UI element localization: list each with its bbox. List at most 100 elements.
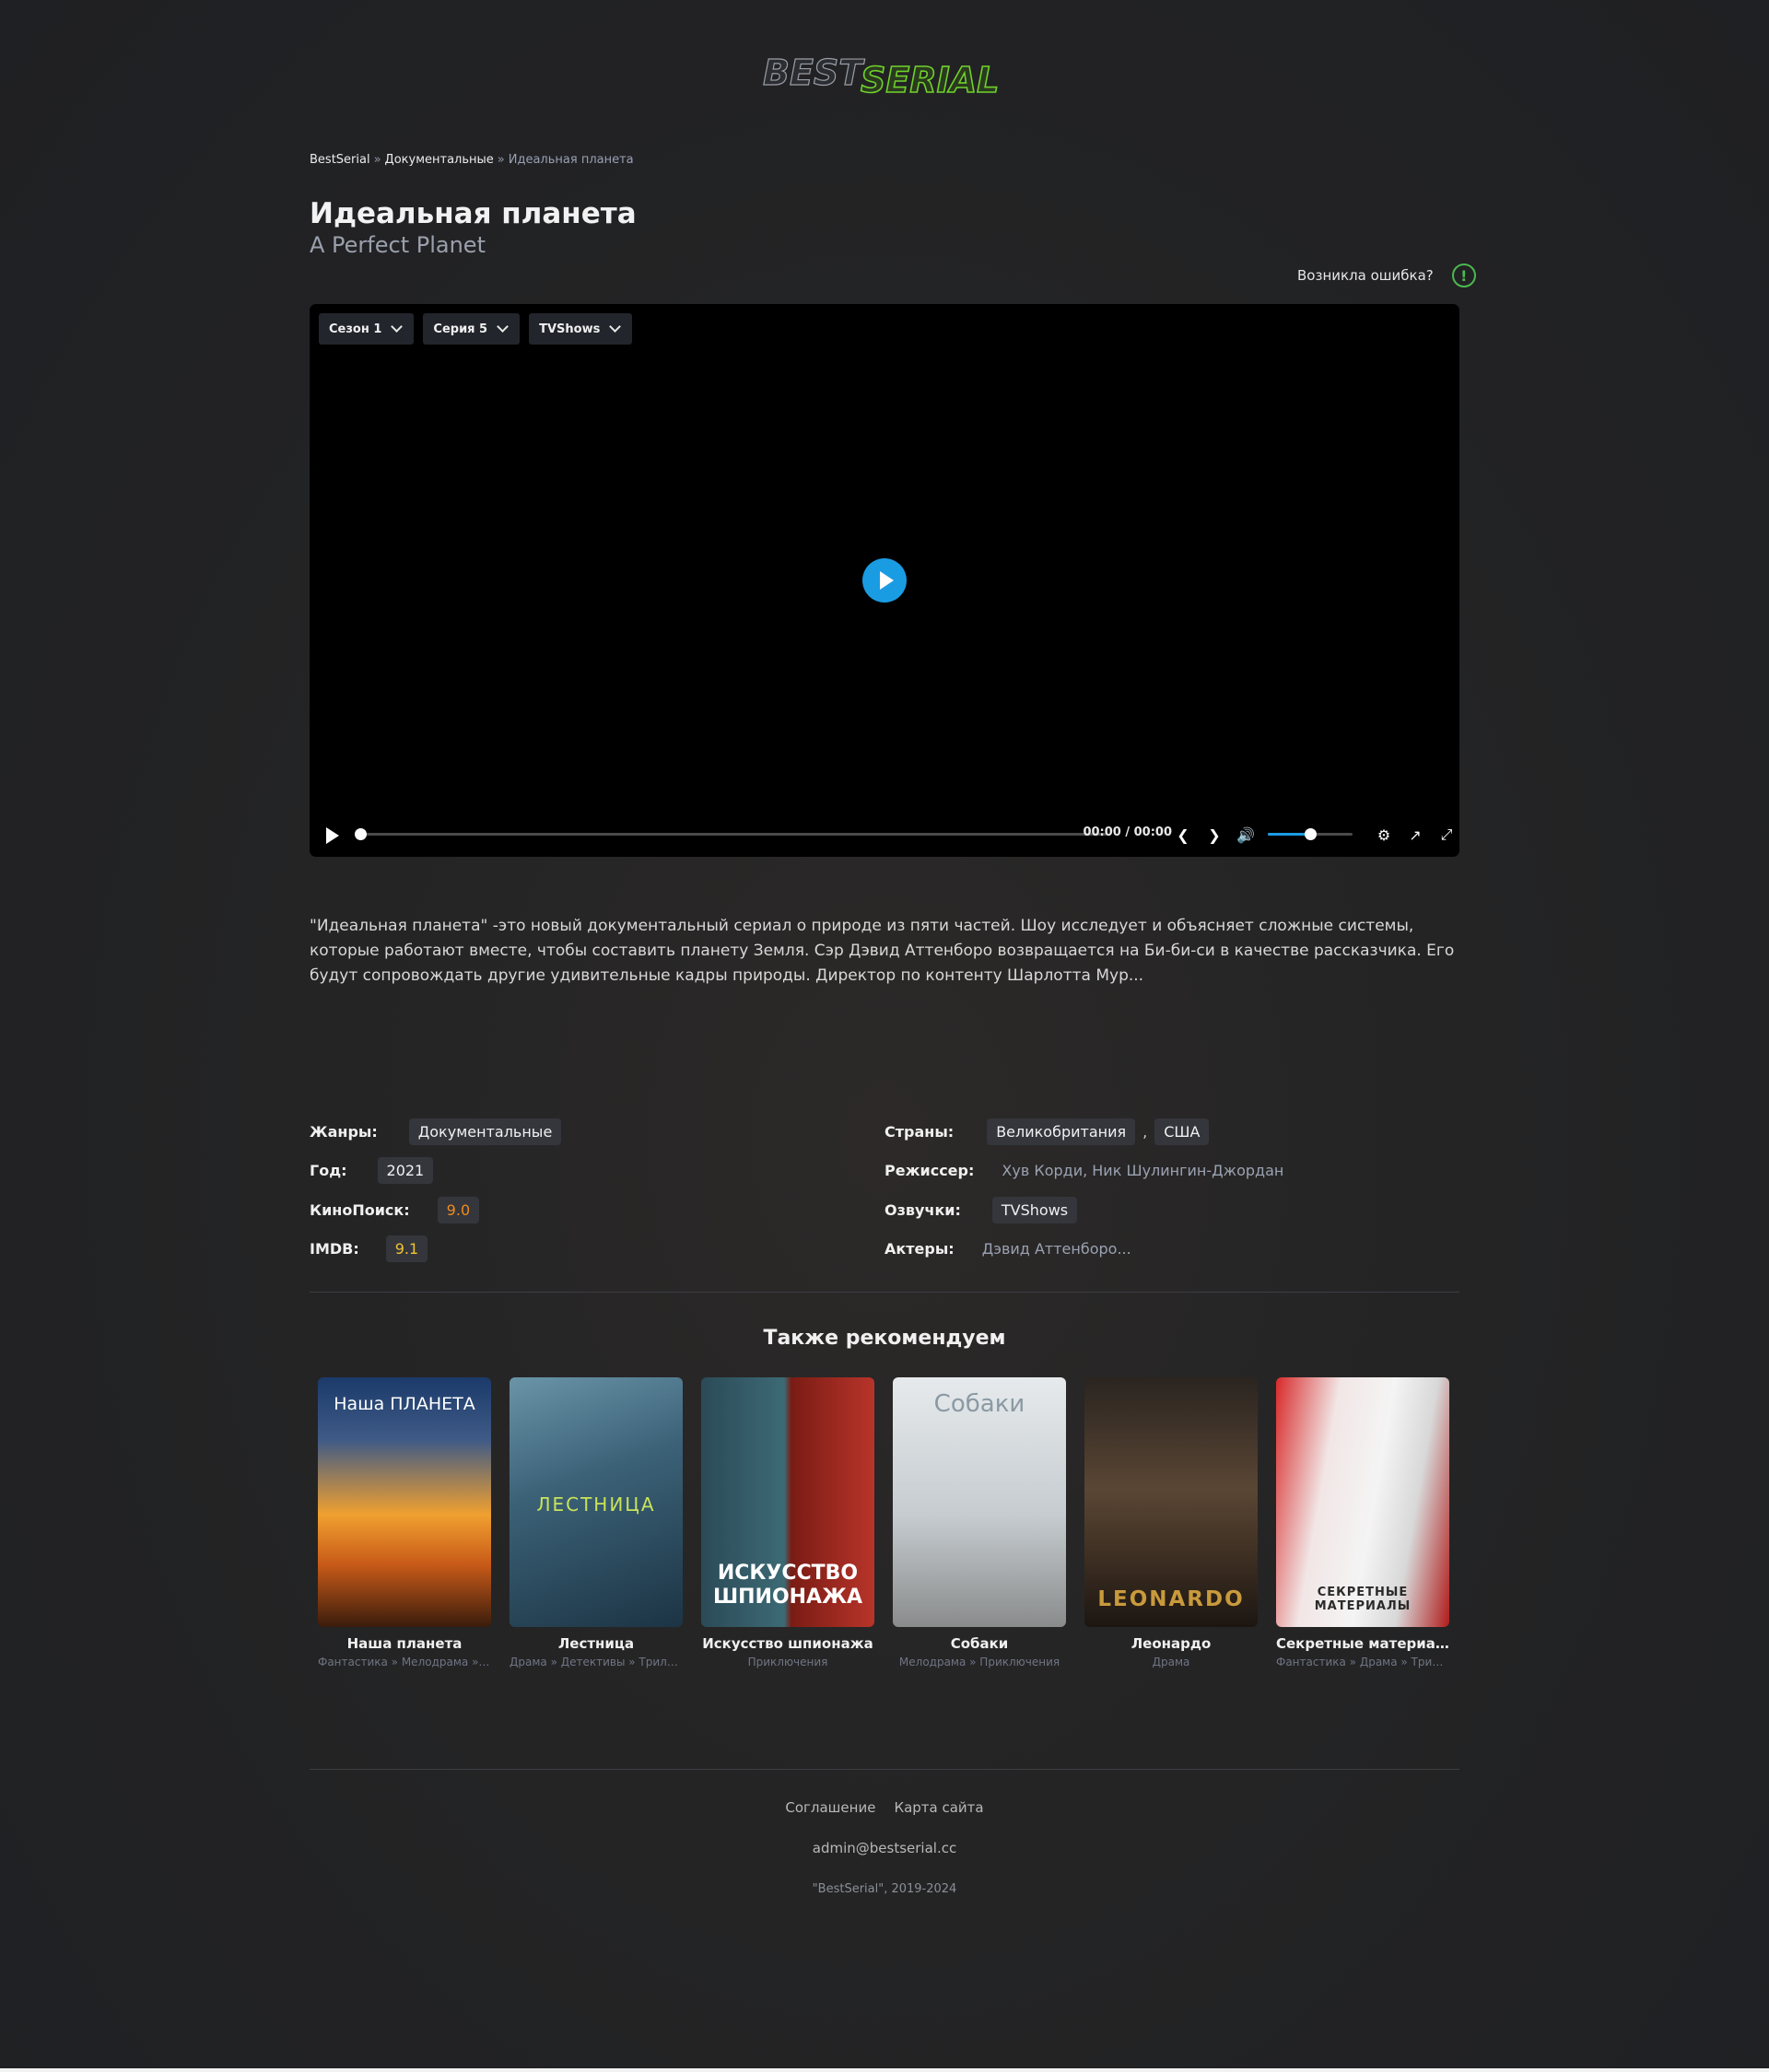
breadcrumb: BestSerial» Документальные» Идеальная план…	[310, 153, 1459, 167]
breadcrumb-category[interactable]: Документальные	[385, 153, 494, 167]
page-bottom-edge	[0, 2068, 1769, 2072]
imdb-rating: 9.1	[385, 1235, 428, 1262]
report-error-label: Возникла ошибка?	[1297, 267, 1434, 284]
volume-handle[interactable]	[1305, 828, 1317, 840]
alert-circle-icon: !	[1451, 263, 1476, 287]
footer-sitemap-link[interactable]: Карта сайта	[894, 1799, 983, 1816]
poster-title: ЛЕСТНИЦА	[536, 1493, 656, 1516]
imdb-label: IMDB:	[310, 1240, 359, 1258]
poster-title: Собаки	[933, 1390, 1025, 1418]
genre-chip[interactable]: Документальные	[408, 1118, 562, 1145]
recommend-card[interactable]: Наша ПЛАНЕТА Наша планета Фантастика » М…	[318, 1377, 491, 1668]
poster-title: Наша ПЛАНЕТА	[334, 1394, 475, 1414]
recommend-card[interactable]: ЛЕСТНИЦА Лестница Драма » Детективы » Тр…	[510, 1377, 683, 1668]
card-genres: Драма	[1152, 1656, 1190, 1668]
card-genres: Фантастика » Мелодрама » ...	[318, 1656, 491, 1668]
country-chip[interactable]: США	[1154, 1118, 1210, 1145]
big-play-button[interactable]	[862, 558, 907, 603]
breadcrumb-sep: »	[373, 153, 381, 167]
divider	[310, 1292, 1459, 1293]
video-player[interactable]: Сезон 1 Серия 5 TVShows 00:00 / 00:00 ❮ …	[310, 304, 1459, 857]
countries-label: Страны:	[884, 1123, 955, 1141]
card-title[interactable]: Леонардо	[1084, 1635, 1258, 1652]
card-title[interactable]: Собаки	[893, 1635, 1066, 1652]
progress-bar[interactable]	[356, 833, 1107, 836]
director-label: Режиссер:	[884, 1162, 975, 1179]
voice-chip[interactable]: TVShows	[991, 1197, 1078, 1223]
poster-image[interactable]: LEONARDO	[1084, 1377, 1258, 1627]
info-voice: Озвучки: TVShows	[884, 1197, 1078, 1223]
card-title[interactable]: Лестница	[510, 1635, 683, 1652]
year-label: Год:	[310, 1162, 347, 1179]
footer-agreement-link[interactable]: Соглашение	[785, 1799, 875, 1816]
progress-handle[interactable]	[355, 828, 367, 840]
popout-icon[interactable]: ↗	[1404, 824, 1426, 846]
poster-image[interactable]: Наша ПЛАНЕТА	[318, 1377, 491, 1627]
logo-best: BEST	[763, 53, 865, 93]
original-title: A Perfect Planet	[310, 232, 486, 258]
season-select-label: Сезон 1	[329, 322, 382, 336]
divider	[310, 1769, 1459, 1770]
year-chip[interactable]: 2021	[377, 1157, 434, 1184]
card-genres: Приключения	[747, 1656, 828, 1668]
card-genres: Фантастика » Драма » Трилл...	[1276, 1656, 1449, 1668]
next-episode-icon[interactable]: ❯	[1203, 824, 1225, 846]
description: "Идеальная планета" -это новый документа…	[310, 917, 1455, 985]
director-value: Хув Корди, Ник Шулингин-Джордан	[1002, 1162, 1284, 1179]
info-actors: Актеры: Дэвид Аттенборо...	[884, 1235, 1131, 1262]
volume-icon[interactable]: 🔊	[1235, 824, 1257, 846]
footer-copyright: "BestSerial", 2019-2024	[812, 1882, 957, 1896]
breadcrumb-current: Идеальная планета	[508, 153, 634, 167]
play-icon[interactable]	[326, 827, 339, 844]
card-genres: Драма » Детективы » Трилле...	[510, 1656, 683, 1668]
voice-select-label: TVShows	[539, 322, 601, 336]
poster-title: LEONARDO	[1097, 1587, 1245, 1611]
recommend-title: Также рекомендуем	[763, 1327, 1006, 1350]
episode-select[interactable]: Серия 5	[423, 313, 521, 345]
settings-gear-icon[interactable]: ⚙	[1373, 824, 1395, 846]
kinopoisk-label: КиноПоиск:	[310, 1201, 410, 1219]
footer-email[interactable]: admin@bestserial.cc	[310, 1840, 1459, 1856]
info-kinopoisk: КиноПоиск: 9.0	[310, 1197, 480, 1223]
poster-image[interactable]: Собаки	[893, 1377, 1066, 1627]
fullscreen-icon[interactable]: ⤢	[1435, 824, 1458, 846]
footer-links: Соглашение Карта сайта	[310, 1799, 1459, 1816]
voice-label: Озвучки:	[884, 1201, 961, 1219]
breadcrumb-sep: »	[497, 153, 505, 167]
chevron-down-icon	[609, 321, 622, 333]
voice-select[interactable]: TVShows	[529, 313, 633, 345]
card-genres: Мелодрама » Приключения	[898, 1656, 1060, 1668]
card-title[interactable]: Наша планета	[318, 1635, 491, 1652]
actors-label: Актеры:	[884, 1240, 955, 1258]
country-chip[interactable]: Великобритания	[987, 1118, 1136, 1145]
site-logo[interactable]: BEST SERIAL	[761, 48, 1008, 100]
recommend-card[interactable]: LEONARDO Леонардо Драма	[1084, 1377, 1258, 1668]
report-error-button[interactable]: Возникла ошибка? !	[1297, 263, 1476, 287]
info-countries: Страны: Великобритания , США	[884, 1118, 1210, 1145]
player-controls: 00:00 / 00:00 ❮ ❯ 🔊 ⚙ ↗ ⤢	[310, 820, 1459, 848]
chevron-down-icon	[497, 321, 509, 333]
recommend-card[interactable]: ИСКУССТВО ШПИОНАЖА Искусство шпионажа Пр…	[701, 1377, 874, 1668]
logo-serial: SERIAL	[861, 60, 999, 100]
season-select[interactable]: Сезон 1	[319, 313, 415, 345]
info-director: Режиссер: Хув Корди, Ник Шулингин-Джорда…	[884, 1157, 1283, 1184]
poster-image[interactable]: ИСКУССТВО ШПИОНАЖА	[701, 1377, 874, 1627]
prev-episode-icon[interactable]: ❮	[1172, 824, 1194, 846]
recommend-card[interactable]: Собаки Собаки Мелодрама » Приключения	[893, 1377, 1066, 1668]
recommend-card[interactable]: СЕКРЕТНЫЕ МАТЕРИАЛЫ Секретные материалы …	[1276, 1377, 1449, 1668]
card-title[interactable]: Секретные материалы	[1276, 1635, 1449, 1652]
poster-image[interactable]: СЕКРЕТНЫЕ МАТЕРИАЛЫ	[1276, 1377, 1449, 1627]
page-title: Идеальная планета	[310, 197, 637, 230]
info-genres: Жанры: Документальные	[310, 1118, 562, 1145]
info-year: Год: 2021	[310, 1157, 434, 1184]
poster-title: СЕКРЕТНЫЕ МАТЕРИАЛЫ	[1314, 1586, 1412, 1613]
time-display: 00:00 / 00:00	[1083, 825, 1172, 839]
breadcrumb-home[interactable]: BestSerial	[310, 153, 370, 167]
poster-image[interactable]: ЛЕСТНИЦА	[510, 1377, 683, 1627]
info-imdb: IMDB: 9.1	[310, 1235, 428, 1262]
player-selectors: Сезон 1 Серия 5 TVShows	[319, 313, 633, 345]
recommend-list: Наша ПЛАНЕТА Наша планета Фантастика » М…	[318, 1377, 1449, 1668]
actors-value[interactable]: Дэвид Аттенборо...	[982, 1235, 1131, 1262]
card-title[interactable]: Искусство шпионажа	[701, 1635, 874, 1652]
kinopoisk-rating: 9.0	[437, 1197, 480, 1223]
